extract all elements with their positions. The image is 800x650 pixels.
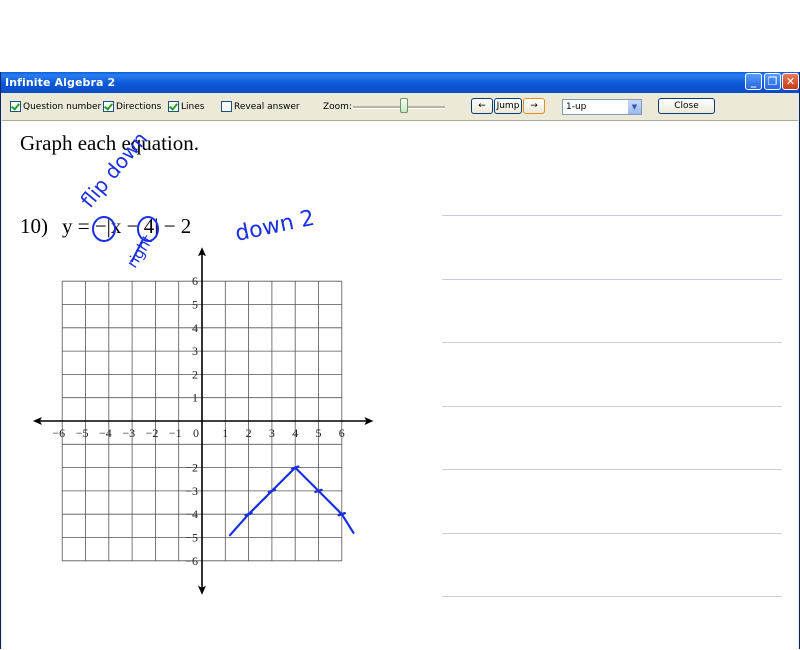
answer-line — [442, 469, 782, 470]
x-tick-label: 5 — [316, 426, 322, 440]
checkbox-box[interactable] — [10, 101, 21, 112]
close-button[interactable]: Close — [658, 98, 715, 114]
minimize-button[interactable]: _ — [745, 73, 762, 90]
x-tick-label: −2 — [146, 426, 159, 440]
checkbox-label: Lines — [181, 101, 205, 112]
y-tick-label: 5 — [192, 298, 198, 312]
y-tick-label: 2 — [192, 367, 198, 381]
zoom-label: Zoom: — [323, 102, 352, 112]
chevron-down-icon[interactable]: ▼ — [628, 100, 641, 114]
next-arrow-button[interactable]: → — [523, 98, 545, 114]
checkbox-box[interactable] — [103, 101, 114, 112]
answer-line — [442, 342, 782, 343]
layout-select-value: 1-up — [566, 102, 587, 112]
plotted-point — [267, 488, 277, 494]
x-tick-label: 1 — [222, 426, 228, 440]
close-window-button[interactable]: ✕ — [782, 73, 799, 90]
y-tick-label: −6 — [185, 554, 198, 568]
checkbox-box[interactable] — [168, 101, 179, 112]
x-tick-label: −6 — [52, 426, 65, 440]
y-tick-label: 3 — [192, 344, 198, 358]
y-tick-label: −2 — [185, 461, 198, 475]
directions-checkbox[interactable]: Directions — [103, 101, 161, 112]
answer-line — [442, 279, 782, 280]
x-tick-label: 0 — [193, 426, 199, 440]
restore-button[interactable]: ❐ — [764, 73, 781, 90]
app-window: Infinite Algebra 2 _ ❐ ✕ Question number… — [0, 72, 800, 650]
toolbar: Question number Directions Lines Reveal … — [1, 93, 799, 120]
coordinate-grid: −6 −5 −4 −3 −2 −1 0 1 2 3 4 5 6 6 5 4 3 2 1 −2 −3 −4 −5 −6 — [32, 247, 374, 595]
zoom-slider-thumb[interactable] — [399, 98, 408, 113]
plotted-point — [244, 512, 253, 517]
y-tick-label: 6 — [192, 274, 198, 288]
window-title: Infinite Algebra 2 — [5, 76, 116, 89]
question-number-checkbox[interactable]: Question number — [10, 101, 101, 112]
worksheet-page: Graph each equation. 10) y = −|x − 4| − … — [2, 120, 798, 650]
lines-checkbox[interactable]: Lines — [168, 101, 204, 112]
x-tick-label: 6 — [339, 426, 345, 440]
x-tick-label: −5 — [76, 426, 89, 440]
checkbox-box[interactable] — [221, 101, 232, 112]
title-bar[interactable]: Infinite Algebra 2 _ ❐ ✕ — [1, 72, 799, 93]
answer-line — [442, 215, 782, 216]
desktop-background — [0, 0, 800, 72]
answer-line — [442, 596, 782, 597]
y-tick-label: −3 — [185, 484, 198, 498]
y-tick-label: −5 — [185, 531, 198, 545]
answer-line — [442, 406, 782, 407]
x-tick-label: −4 — [99, 426, 112, 440]
layout-select[interactable]: 1-up ▼ — [562, 99, 642, 115]
checkbox-label: Reveal answer — [234, 101, 300, 112]
x-tick-label: −3 — [122, 426, 135, 440]
checkbox-label: Directions — [116, 101, 162, 112]
jump-button[interactable]: Jump — [494, 98, 522, 114]
y-tick-label: −4 — [185, 507, 198, 521]
previous-arrow-button[interactable]: ← — [471, 98, 493, 114]
x-tick-label: 4 — [292, 426, 298, 440]
x-tick-label: 3 — [269, 426, 275, 440]
answer-line — [442, 533, 782, 534]
reveal-answer-checkbox[interactable]: Reveal answer — [221, 101, 300, 112]
x-tick-label: 2 — [246, 426, 252, 440]
checkbox-label: Question number — [23, 101, 102, 112]
x-tick-label: −1 — [169, 426, 182, 440]
y-tick-label: 4 — [192, 321, 198, 335]
y-tick-label: 1 — [192, 391, 198, 405]
